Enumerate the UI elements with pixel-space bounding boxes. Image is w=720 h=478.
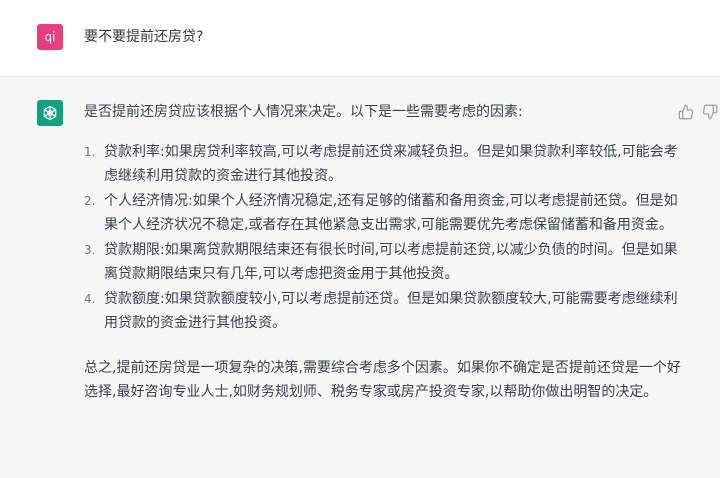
assistant-summary: 总之,提前还房贷是一项复杂的决策,需要综合考虑多个因素。如果你不确定是否提前还贷… (84, 359, 681, 401)
user-message-row: qi 要不要提前还房贷? (0, 0, 720, 77)
thumbs-down-icon (702, 104, 718, 120)
assistant-message-row: 是否提前还房贷应该根据个人情况来决定。以下是一些需要考虑的因素: 1. 贷款利率… (0, 77, 720, 478)
list-item-number: 4. (84, 291, 96, 306)
user-avatar-label: qi (44, 30, 56, 44)
user-message-text: 要不要提前还房贷? (84, 29, 204, 45)
list-item-text: 贷款利率:如果房贷利率较高,可以考虑提前还贷来减轻负担。但是如果贷款利率较低,可… (104, 143, 678, 185)
assistant-avatar (37, 100, 63, 126)
list-item: 2. 个人经济情况:如果个人经济情况稳定,还有足够的储蓄和备用资金,可以考虑提前… (84, 189, 684, 238)
list-item: 4. 贷款额度:如果贷款额度较小,可以考虑提前还贷。但是如果贷款额度较大,可能需… (84, 287, 684, 336)
list-item: 1. 贷款利率:如果房贷利率较高,可以考虑提前还贷来减轻负担。但是如果贷款利率较… (84, 140, 684, 189)
thumbs-up-button[interactable] (678, 104, 694, 120)
feedback-buttons (678, 104, 718, 120)
assistant-message-content: 是否提前还房贷应该根据个人情况来决定。以下是一些需要考虑的因素: 1. 贷款利率… (84, 100, 684, 405)
list-item-number: 1. (84, 144, 96, 159)
list-item-text: 贷款期限:如果离贷款期限结束还有很长时间,可以考虑提前还贷,以减少负债的时间。但… (104, 241, 678, 283)
user-avatar: qi (37, 24, 63, 50)
thumbs-down-button[interactable] (702, 104, 718, 120)
list-item: 3. 贷款期限:如果离贷款期限结束还有很长时间,可以考虑提前还贷,以减少负债的时… (84, 238, 684, 287)
list-item-number: 2. (84, 193, 96, 208)
openai-logo-icon (43, 105, 57, 121)
list-item-text: 贷款额度:如果贷款额度较小,可以考虑提前还贷。但是如果贷款额度较大,可能需要考虑… (104, 290, 678, 332)
assistant-intro: 是否提前还房贷应该根据个人情况来决定。以下是一些需要考虑的因素: (84, 104, 523, 120)
factor-list: 1. 贷款利率:如果房贷利率较高,可以考虑提前还贷来减轻负担。但是如果贷款利率较… (84, 140, 684, 336)
list-item-number: 3. (84, 242, 96, 257)
list-item-text: 个人经济情况:如果个人经济情况稳定,还有足够的储蓄和备用资金,可以考虑提前还贷。… (104, 192, 678, 234)
thumbs-up-icon (678, 104, 694, 120)
